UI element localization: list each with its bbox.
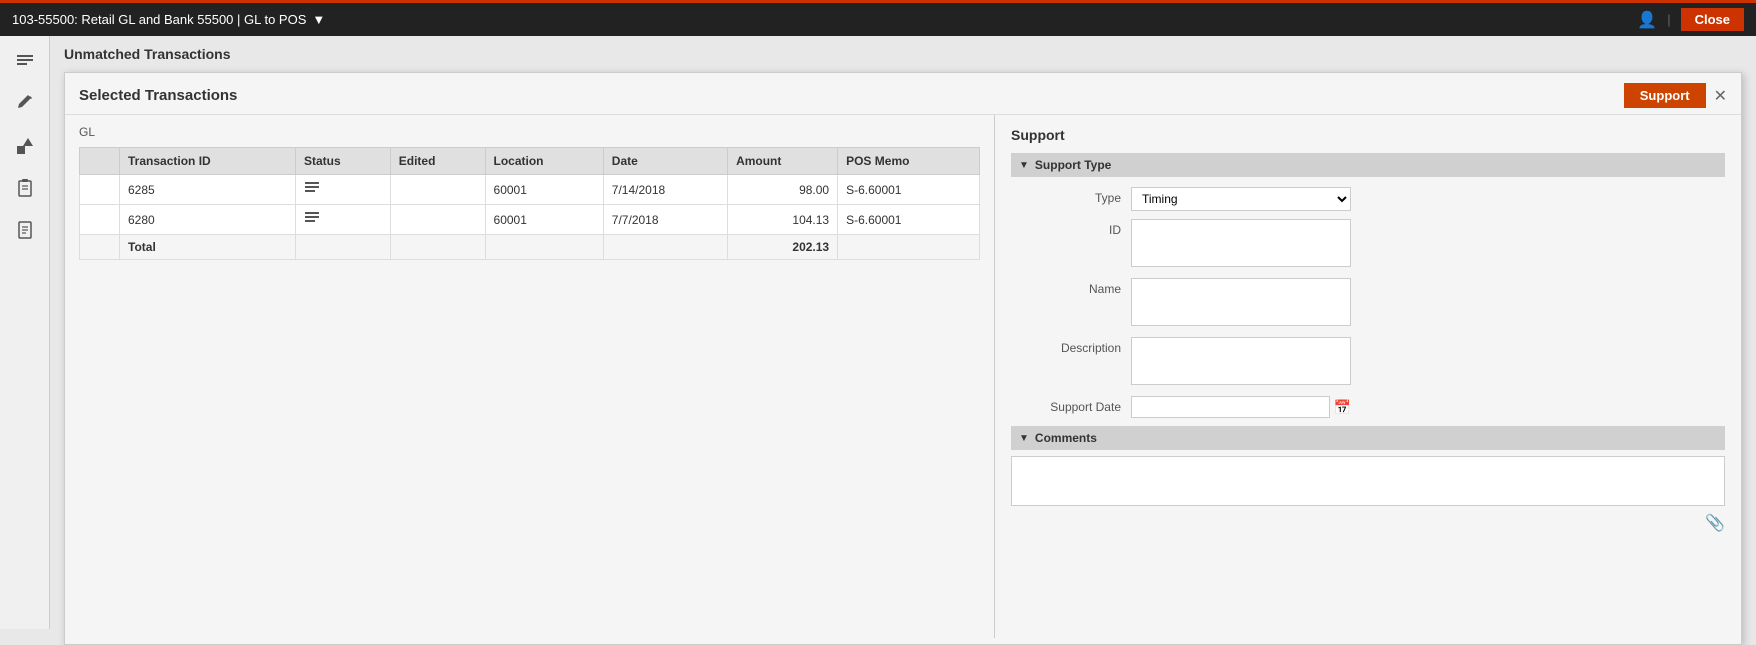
support-date-control: 📅 — [1131, 396, 1351, 418]
main-layout: Unmatched Transactions Selected Transact… — [0, 36, 1756, 629]
row2-checkbox — [80, 205, 120, 235]
sidebar-icon-list[interactable] — [7, 44, 43, 80]
col-header-location: Location — [485, 148, 603, 175]
col-header-pos-memo: POS Memo — [838, 148, 980, 175]
user-icon[interactable]: 👤 — [1637, 10, 1657, 30]
close-button[interactable]: Close — [1681, 8, 1744, 31]
support-button[interactable]: Support — [1624, 83, 1706, 108]
title-dropdown-arrow[interactable]: ▼ — [312, 12, 325, 27]
row2-pos-memo: S-6.60001 — [838, 205, 980, 235]
total-amount: 202.13 — [728, 235, 838, 260]
transactions-table: Transaction ID Status Edited Location Da… — [79, 147, 980, 260]
type-control: Timing Cutoff Adjustment — [1131, 187, 1351, 211]
comments-label: Comments — [1035, 431, 1097, 445]
comments-body: 📎 — [1011, 456, 1725, 533]
calendar-icon[interactable]: 📅 — [1334, 399, 1351, 416]
support-date-input[interactable] — [1131, 396, 1330, 418]
comments-arrow: ▼ — [1019, 433, 1029, 444]
row1-pos-memo: S-6.60001 — [838, 175, 980, 205]
total-empty-1 — [80, 235, 120, 260]
top-bar-separator: | — [1667, 12, 1670, 27]
row1-checkbox — [80, 175, 120, 205]
dialog-body: GL Transaction ID Status Edited Location… — [65, 115, 1741, 638]
support-panel-title: Support — [1011, 127, 1725, 143]
col-header-transaction-id: Transaction ID — [120, 148, 296, 175]
content-area: Unmatched Transactions Selected Transact… — [50, 36, 1756, 629]
support-type-fields: Type Timing Cutoff Adjustment — [1011, 187, 1725, 418]
section-title: Unmatched Transactions — [64, 46, 1742, 62]
dialog-title: Selected Transactions — [79, 87, 237, 104]
id-control — [1131, 219, 1351, 270]
table-row: 6280 60001 7/7/2018 104.13 S-6.60001 — [80, 205, 980, 235]
total-empty-6 — [838, 235, 980, 260]
row2-amount: 104.13 — [728, 205, 838, 235]
total-empty-4 — [485, 235, 603, 260]
row1-date: 7/14/2018 — [603, 175, 727, 205]
support-date-row: Support Date 📅 — [1011, 396, 1725, 418]
row1-transaction-id: 6285 — [120, 175, 296, 205]
table-row: 6285 60001 7/14/2018 98.00 S-6.60001 — [80, 175, 980, 205]
type-select[interactable]: Timing Cutoff Adjustment — [1131, 187, 1351, 211]
total-label: Total — [120, 235, 296, 260]
comments-header[interactable]: ▼ Comments — [1011, 426, 1725, 450]
gl-label: GL — [79, 125, 980, 139]
sidebar-icon-shapes[interactable] — [7, 128, 43, 164]
name-control — [1131, 278, 1351, 329]
support-type-label: Support Type — [1035, 158, 1111, 172]
table-header-row: Transaction ID Status Edited Location Da… — [80, 148, 980, 175]
attach-icon[interactable]: 📎 — [1011, 513, 1725, 533]
row1-location: 60001 — [485, 175, 603, 205]
sidebar-icon-clipboard[interactable] — [7, 170, 43, 206]
col-header-edited: Edited — [390, 148, 485, 175]
total-empty-2 — [295, 235, 390, 260]
comments-textarea[interactable] — [1011, 456, 1725, 506]
row1-status — [295, 175, 390, 205]
row2-transaction-id: 6280 — [120, 205, 296, 235]
row2-date: 7/7/2018 — [603, 205, 727, 235]
support-type-header[interactable]: ▼ Support Type — [1011, 153, 1725, 177]
total-empty-3 — [390, 235, 485, 260]
row1-edited — [390, 175, 485, 205]
dialog-header: Selected Transactions Support ✕ — [65, 73, 1741, 115]
description-row: Description — [1011, 337, 1725, 388]
sidebar-icon-edit[interactable] — [7, 86, 43, 122]
support-date-label: Support Date — [1011, 396, 1131, 414]
sidebar — [0, 36, 50, 629]
col-header-status: Status — [295, 148, 390, 175]
id-input[interactable] — [1131, 219, 1351, 267]
col-header-date: Date — [603, 148, 727, 175]
type-label: Type — [1011, 187, 1131, 205]
type-row: Type Timing Cutoff Adjustment — [1011, 187, 1725, 211]
date-wrapper: 📅 — [1131, 396, 1351, 418]
gl-panel: GL Transaction ID Status Edited Location… — [65, 115, 995, 638]
selected-transactions-dialog: Selected Transactions Support ✕ GL Trans… — [64, 72, 1742, 645]
row1-amount: 98.00 — [728, 175, 838, 205]
name-row: Name — [1011, 278, 1725, 329]
total-row: Total 202.13 — [80, 235, 980, 260]
name-label: Name — [1011, 278, 1131, 296]
support-type-arrow: ▼ — [1019, 160, 1029, 171]
support-panel: Support ▼ Support Type Type — [995, 115, 1741, 638]
top-bar: 103-55500: Retail GL and Bank 55500 | GL… — [0, 0, 1756, 36]
name-input[interactable] — [1131, 278, 1351, 326]
id-label: ID — [1011, 219, 1131, 237]
top-bar-title-area: 103-55500: Retail GL and Bank 55500 | GL… — [12, 12, 325, 27]
row2-status — [295, 205, 390, 235]
col-header-amount: Amount — [728, 148, 838, 175]
id-row: ID — [1011, 219, 1725, 270]
description-control — [1131, 337, 1351, 388]
total-empty-5 — [603, 235, 727, 260]
col-header-checkbox — [80, 148, 120, 175]
type-select-wrapper: Timing Cutoff Adjustment — [1131, 187, 1351, 211]
description-input[interactable] — [1131, 337, 1351, 385]
dialog-close-button[interactable]: ✕ — [1714, 86, 1727, 106]
row2-location: 60001 — [485, 205, 603, 235]
app-title: 103-55500: Retail GL and Bank 55500 | GL… — [12, 12, 306, 27]
sidebar-icon-document[interactable] — [7, 212, 43, 248]
top-bar-right: 👤 | Close — [1637, 8, 1744, 31]
row2-edited — [390, 205, 485, 235]
description-label: Description — [1011, 337, 1131, 355]
